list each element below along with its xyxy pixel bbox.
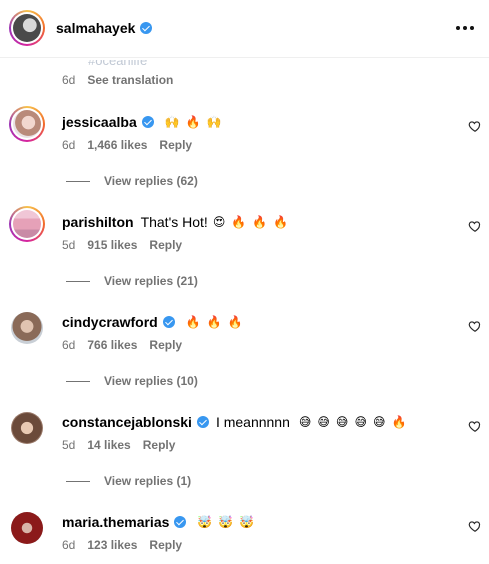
comment-age: 6d [62, 538, 76, 552]
heart-eyes-emoji: 😍 [212, 215, 226, 229]
sweat-smile-emoji: 😅 [298, 415, 312, 429]
comment-line: jessicaalba 🙌 🔥 🙌 [62, 113, 222, 131]
comment-emojis: 🙌 🔥 🙌 [165, 115, 222, 129]
comment-meta: 5d 14 likes Reply [62, 438, 175, 452]
replies-divider [66, 180, 90, 182]
view-replies-label: View replies (1) [104, 474, 192, 488]
commenter-avatar[interactable] [9, 310, 45, 346]
comment-age: 5d [62, 438, 76, 452]
commenter-avatar[interactable] [9, 510, 45, 546]
fire-emoji: 🔥 [185, 115, 201, 129]
view-replies-button[interactable]: View replies (10) [66, 374, 198, 388]
author-name-row: salmahayek [56, 19, 153, 37]
author-avatar[interactable] [9, 10, 45, 46]
raising-hands-emoji: 🙌 [206, 115, 222, 129]
verified-badge-icon [141, 116, 154, 128]
author-avatar-photo [13, 14, 41, 42]
heart-icon[interactable] [468, 219, 482, 233]
see-translation-button[interactable]: See translation [87, 73, 173, 87]
replies-divider [66, 480, 90, 482]
comment-meta: 6d 123 likes Reply [62, 538, 182, 552]
reply-button[interactable]: Reply [143, 438, 176, 452]
verified-badge-icon [140, 22, 153, 34]
comment-meta: 6d 1,466 likes Reply [62, 138, 192, 152]
sweat-smile-emoji: 😅 [335, 415, 349, 429]
fire-emoji: 🔥 [206, 315, 222, 329]
commenter-avatar[interactable] [9, 410, 45, 446]
fire-emoji: 🔥 [231, 215, 247, 229]
fire-emoji: 🔥 [227, 315, 243, 329]
comment-line: parishilton That's Hot! 😍 🔥 🔥 🔥 [62, 213, 288, 231]
fire-emoji: 🔥 [391, 415, 407, 429]
view-replies-button[interactable]: View replies (1) [66, 474, 191, 488]
heart-icon[interactable] [468, 519, 482, 533]
sweat-smile-emoji: 😅 [372, 415, 386, 429]
caption-age: 6d [62, 73, 76, 87]
commenter-avatar[interactable] [9, 106, 45, 142]
comment-text: I meannnnn [215, 414, 290, 430]
fire-emoji: 🔥 [185, 315, 201, 329]
exploding-head-emoji: 🤯 [197, 515, 213, 529]
verified-badge-icon [196, 416, 209, 428]
comment-username[interactable]: cindycrawford [62, 313, 158, 331]
comment-username[interactable]: constancejablonski [62, 413, 192, 431]
caption-meta: 6d See translation [62, 73, 173, 87]
comment-age: 6d [62, 338, 76, 352]
comment-likes[interactable]: 1,466 likes [87, 138, 147, 152]
heart-icon[interactable] [468, 119, 482, 133]
comment-username[interactable]: maria.themarias [62, 513, 169, 531]
exploding-head-emoji: 🤯 [218, 515, 234, 529]
comment-likes[interactable]: 915 likes [87, 238, 137, 252]
comment-line: cindycrawford 🔥 🔥 🔥 [62, 313, 243, 331]
verified-badge-icon [162, 316, 175, 328]
reply-button[interactable]: Reply [149, 238, 182, 252]
view-replies-label: View replies (62) [104, 174, 198, 188]
heart-icon[interactable] [468, 419, 482, 433]
view-replies-button[interactable]: View replies (21) [66, 274, 198, 288]
sweat-smile-emoji: 😅 [354, 415, 367, 429]
comment-username[interactable]: jessicaalba [62, 113, 137, 131]
comment-age: 5d [62, 238, 76, 252]
view-replies-label: View replies (21) [104, 274, 198, 288]
comment-likes[interactable]: 766 likes [87, 338, 137, 352]
reply-button[interactable]: Reply [149, 338, 182, 352]
replies-divider [66, 280, 90, 282]
reply-button[interactable]: Reply [159, 138, 192, 152]
comment-emojis: 😅 😅 😅 😅 😅 🔥 [299, 415, 407, 429]
comment-line: maria.themarias 🤯 🤯 🤯 [62, 513, 254, 531]
fire-emoji: 🔥 [252, 215, 268, 229]
raising-hands-emoji: 🙌 [164, 115, 180, 129]
exploding-head-emoji: 🤯 [239, 515, 255, 529]
comment-meta: 5d 915 likes Reply [62, 238, 182, 252]
commenter-avatar[interactable] [9, 206, 45, 242]
comment-emojis: 🔥 🔥 🔥 [186, 315, 243, 329]
view-replies-label: View replies (10) [104, 374, 198, 388]
author-username[interactable]: salmahayek [56, 19, 135, 37]
verified-badge-icon [174, 516, 187, 528]
view-replies-button[interactable]: View replies (62) [66, 174, 198, 188]
comment-meta: 6d 766 likes Reply [62, 338, 182, 352]
reply-button[interactable]: Reply [149, 538, 182, 552]
more-options-icon[interactable] [452, 19, 478, 37]
comment-age: 6d [62, 138, 76, 152]
comment-likes[interactable]: 14 likes [87, 438, 130, 452]
comment-username[interactable]: parishilton [62, 213, 134, 231]
comment-likes[interactable]: 123 likes [87, 538, 137, 552]
comment-emojis: 🤯 🤯 🤯 [197, 515, 254, 529]
sweat-smile-emoji: 😅 [317, 415, 330, 429]
comment-line: constancejablonski I meannnnn 😅 😅 😅 😅 😅 … [62, 413, 406, 431]
fire-emoji: 🔥 [273, 215, 289, 229]
replies-divider [66, 380, 90, 382]
comment-emojis: 😍 🔥 🔥 🔥 [213, 215, 288, 229]
comment-text: That's Hot! [140, 214, 208, 230]
post-header: salmahayek [0, 0, 489, 58]
heart-icon[interactable] [468, 319, 482, 333]
